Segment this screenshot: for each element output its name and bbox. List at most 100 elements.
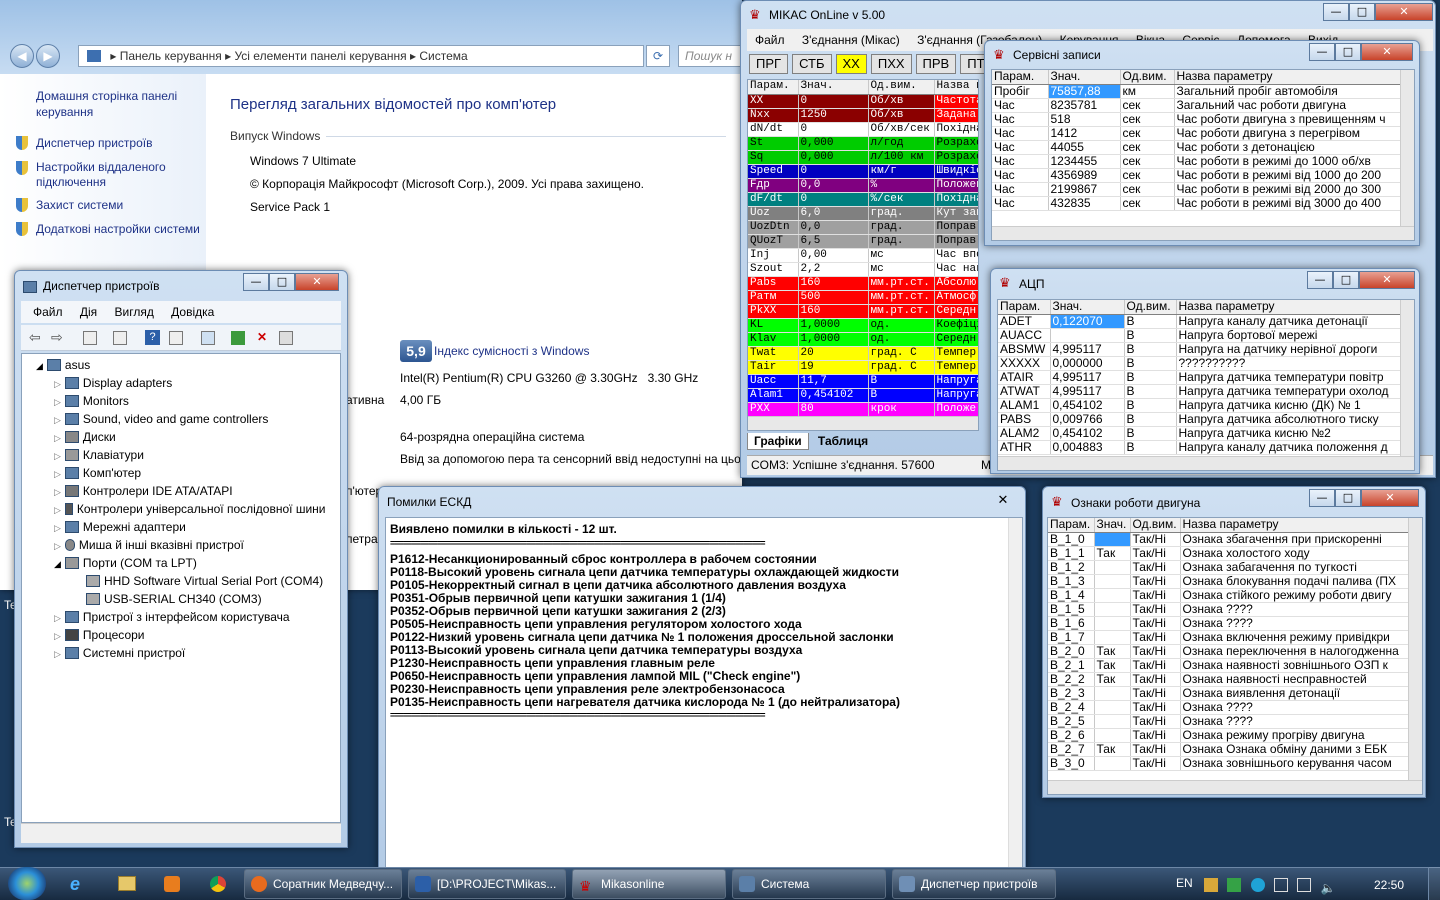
- value-cell[interactable]: [1094, 756, 1131, 771]
- table-row[interactable]: XXXXX 0,000000 В??????????: [998, 356, 1401, 371]
- table-row[interactable]: PABS 0,009766 В Напруга датчика абсолютного…: [998, 412, 1401, 427]
- table-row[interactable]: B_1_2 Так/Ні Ознака забагачення по тугкост…: [1048, 560, 1409, 575]
- collapse-icon[interactable]: ◢: [54, 559, 61, 569]
- col-unit[interactable]: Од.вим.: [868, 80, 935, 95]
- mode-button-prv[interactable]: ПРВ: [915, 54, 957, 74]
- menu-view[interactable]: Вигляд: [115, 305, 154, 319]
- close-button[interactable]: ✕: [1359, 271, 1415, 289]
- col-unit[interactable]: Од.вим.: [1130, 518, 1181, 533]
- col-unit[interactable]: Од.вим.: [1124, 300, 1177, 315]
- value-cell[interactable]: [1094, 602, 1131, 617]
- taskbar-item[interactable]: Система: [732, 869, 886, 899]
- table-row[interactable]: ATWAT 4,995117 В Напруга датчика температур…: [998, 384, 1401, 399]
- param-row[interactable]: PXX 80 крок Положе: [748, 402, 978, 417]
- col-param[interactable]: Парам.: [992, 70, 1049, 85]
- value-cell[interactable]: Так: [1094, 672, 1131, 687]
- clock[interactable]: 22:50: [1374, 878, 1404, 892]
- value-cell[interactable]: 4,995117: [1050, 384, 1125, 399]
- mode-button-pxx[interactable]: ПХХ: [870, 54, 912, 74]
- table-row[interactable]: B_1_6 Так/Ні Ознака ????: [1048, 616, 1409, 631]
- tree-item[interactable]: ▷ Контролери універсальної послідовної ши…: [28, 500, 340, 518]
- h-scrollbar[interactable]: [1048, 780, 1422, 794]
- value-cell[interactable]: 4356989: [1048, 168, 1121, 183]
- param-row[interactable]: Klav 1,0000 од. Середн: [748, 332, 978, 347]
- param-row[interactable]: Twat 20 град. С Темпер: [748, 346, 978, 361]
- param-row[interactable]: Alam1 0,454102 В Напруга: [748, 388, 978, 403]
- table-row[interactable]: B_1_7 Так/Ні Ознака включення режиму приві…: [1048, 630, 1409, 645]
- value-cell[interactable]: 8235781: [1048, 98, 1121, 113]
- value-cell[interactable]: 0,004883: [1050, 440, 1125, 455]
- tree-item[interactable]: ▷ Пристрої з інтерфейсом користувача: [28, 608, 340, 626]
- list-icon[interactable]: [113, 331, 127, 345]
- maximize-button[interactable]: □: [1335, 43, 1361, 61]
- value-cell[interactable]: 0,454102: [1050, 398, 1125, 413]
- table-row[interactable]: ALAM2 0,454102 В Напруга датчика кисню №2: [998, 426, 1401, 441]
- maximize-button[interactable]: □: [1335, 489, 1361, 507]
- chrome-icon[interactable]: [210, 876, 226, 892]
- value-cell[interactable]: [1094, 588, 1131, 603]
- param-row[interactable]: dF/dt 0 %/сек Похідна: [748, 192, 978, 207]
- value-cell[interactable]: 4,995117: [1050, 342, 1125, 357]
- value-cell[interactable]: Так: [1094, 644, 1131, 659]
- error-line[interactable]: P0135-Неисправность цепи нагревателя дат…: [390, 696, 1018, 709]
- param-row[interactable]: QUozT 6,5 град. Поправ: [748, 234, 978, 249]
- h-scrollbar[interactable]: [992, 226, 1414, 240]
- expand-icon[interactable]: ▷: [54, 523, 61, 533]
- v-scrollbar[interactable]: [1400, 70, 1414, 226]
- tree-item[interactable]: ▷ Display adapters: [28, 374, 340, 392]
- col-param[interactable]: Парам.: [748, 80, 799, 95]
- col-value[interactable]: Знач.: [798, 80, 869, 95]
- table-row[interactable]: B_1_1 Так Так/Ні Ознака холостого ходу: [1048, 546, 1409, 561]
- menu-item[interactable]: З'єднання (Мікас): [802, 33, 900, 47]
- table-row[interactable]: B_2_3 Так/Ні Ознака виявлення детонації: [1048, 686, 1409, 701]
- sidebar-home-link[interactable]: Домашня сторінка панелі керування: [36, 88, 196, 120]
- table-row[interactable]: B_1_5 Так/Ні Ознака ????: [1048, 602, 1409, 617]
- tree-item[interactable]: ▷ Комп'ютер: [28, 464, 340, 482]
- value-cell[interactable]: [1094, 574, 1131, 589]
- param-row[interactable]: Speed 0 км/г Швидкіс: [748, 164, 978, 179]
- mode-button-ptn[interactable]: ПТН: [960, 54, 985, 74]
- update-driver-icon[interactable]: [231, 331, 245, 345]
- tree-item[interactable]: ▷ Клавіатури: [28, 446, 340, 464]
- value-cell[interactable]: [1094, 630, 1131, 645]
- table-row[interactable]: Час 1412 сек Час роботи двигуна з перегріво…: [992, 126, 1401, 141]
- v-scrollbar[interactable]: [1400, 300, 1414, 456]
- tree-subitem[interactable]: HHD Software Virtual Serial Port (COM4): [28, 572, 340, 590]
- value-cell[interactable]: 0,009766: [1050, 412, 1125, 427]
- col-name[interactable]: Назва п: [934, 80, 978, 95]
- language-indicator[interactable]: EN: [1176, 876, 1193, 890]
- mode-button-prg[interactable]: ПРГ: [749, 54, 789, 74]
- col-name[interactable]: Назва параметру: [1180, 518, 1409, 533]
- table-row[interactable]: Час 518 сек Час роботи двигуна з превищення…: [992, 112, 1401, 127]
- close-button[interactable]: ✕: [295, 273, 339, 291]
- value-cell[interactable]: [1094, 728, 1131, 743]
- network-icon[interactable]: [1297, 878, 1312, 892]
- value-cell[interactable]: [1094, 560, 1131, 575]
- value-cell[interactable]: 2199867: [1048, 182, 1121, 197]
- folder-icon[interactable]: [118, 876, 136, 891]
- param-row[interactable]: PkXX 160 мм.рт.ст. Середн: [748, 304, 978, 319]
- taskbar-item[interactable]: Диспетчер пристроїв: [892, 869, 1056, 899]
- show-desktop-button[interactable]: [1428, 867, 1440, 900]
- taskbar-item[interactable]: ♛ Mikasonline: [572, 869, 726, 899]
- table-row[interactable]: ABSMW 4,995117 В Напруга на датчику нерівно…: [998, 342, 1401, 357]
- param-row[interactable]: UozDtn 0,0 град. Поправ: [748, 220, 978, 235]
- help-icon[interactable]: ?: [145, 330, 160, 345]
- table-row[interactable]: B_1_3 Так/Ні Ознака блокування подачі пали…: [1048, 574, 1409, 589]
- ie-icon[interactable]: e: [70, 874, 90, 894]
- expand-icon[interactable]: ▷: [54, 613, 61, 623]
- tree-root[interactable]: ◢ asus: [28, 356, 340, 374]
- expand-icon[interactable]: ▷: [54, 631, 61, 641]
- table-row[interactable]: Час 432835 сек Час роботи в режимі від 3000…: [992, 196, 1401, 211]
- table-row[interactable]: B_2_6 Так/Ні Ознака режиму прогріву двигун…: [1048, 728, 1409, 743]
- expand-icon[interactable]: ▷: [54, 469, 61, 479]
- table-row[interactable]: ALAM1 0,454102 В Напруга датчика кисню (ДК)…: [998, 398, 1401, 413]
- table-row[interactable]: B_2_2 Так Так/Ні Ознака наявності несправно…: [1048, 672, 1409, 687]
- sidebar-protection-link[interactable]: Захист системи: [16, 198, 123, 212]
- minimize-button[interactable]: —: [1323, 3, 1349, 21]
- expand-icon[interactable]: ▷: [54, 505, 61, 515]
- media-player-icon[interactable]: [164, 876, 180, 892]
- table-row[interactable]: B_1_0 Так/Ні Ознака збагачення при прискор…: [1048, 532, 1409, 547]
- tree-item[interactable]: ▷ Monitors: [28, 392, 340, 410]
- menu-file[interactable]: Файл: [33, 305, 63, 319]
